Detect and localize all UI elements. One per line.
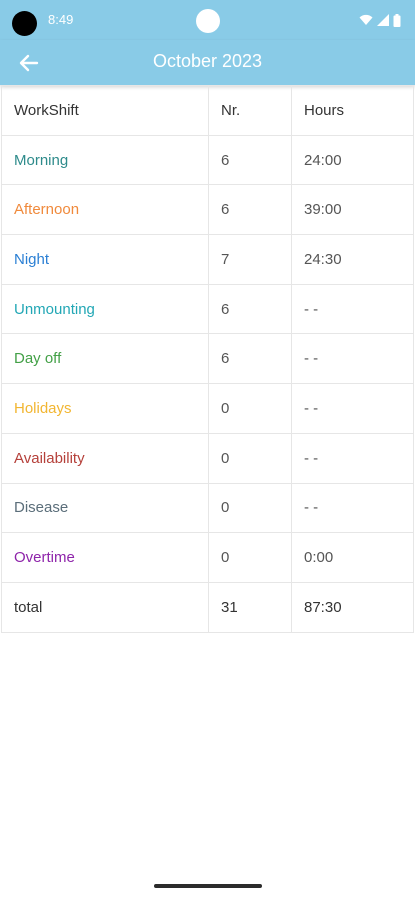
- workshift-table-container: WorkShift Nr. Hours Morning 6 24:00 Afte…: [1, 85, 414, 633]
- battery-icon: [393, 13, 401, 27]
- table-row[interactable]: Day off 6 - -: [1, 333, 414, 385]
- shift-hours: 24:00: [291, 134, 414, 186]
- shift-hours: 24:30: [291, 234, 414, 285]
- header-hours: Hours: [291, 85, 414, 136]
- shift-name: Unmounting: [1, 283, 209, 335]
- shift-count: 7: [208, 234, 292, 285]
- shift-count: 6: [208, 283, 292, 335]
- shift-count: 6: [208, 333, 292, 385]
- total-count: 31: [208, 581, 292, 633]
- header-workshift: WorkShift: [1, 85, 209, 136]
- shift-name: Availability: [1, 432, 209, 484]
- shift-hours: - -: [291, 383, 414, 434]
- table-row[interactable]: Night 7 24:30: [1, 234, 414, 285]
- shift-hours: - -: [291, 482, 414, 534]
- shift-name: Night: [1, 234, 209, 285]
- home-indicator[interactable]: [154, 884, 262, 888]
- total-hours: 87:30: [291, 581, 414, 633]
- shift-count: 0: [208, 482, 292, 534]
- shift-name: Disease: [1, 482, 209, 534]
- shift-count: 0: [208, 383, 292, 434]
- signal-icon: [377, 14, 389, 26]
- shift-hours: 39:00: [291, 184, 414, 236]
- table-row[interactable]: Unmounting 6 - -: [1, 283, 414, 335]
- app-bar: October 2023: [0, 40, 415, 85]
- shift-count: 0: [208, 532, 292, 583]
- workshift-table: WorkShift Nr. Hours Morning 6 24:00 Afte…: [1, 85, 414, 633]
- table-row[interactable]: Morning 6 24:00: [1, 134, 414, 186]
- shift-name: Day off: [1, 333, 209, 385]
- shift-hours: - -: [291, 283, 414, 335]
- shift-name: Morning: [1, 134, 209, 186]
- table-row[interactable]: Overtime 0 0:00: [1, 532, 414, 583]
- table-row[interactable]: Holidays 0 - -: [1, 383, 414, 434]
- shift-name: Overtime: [1, 532, 209, 583]
- table-total-row: total 31 87:30: [1, 581, 414, 633]
- shift-count: 6: [208, 184, 292, 236]
- shift-hours: - -: [291, 333, 414, 385]
- camera-cutout: [12, 11, 37, 36]
- table-row[interactable]: Afternoon 6 39:00: [1, 184, 414, 236]
- shift-hours: - -: [291, 432, 414, 484]
- header-nr: Nr.: [208, 85, 292, 136]
- status-bar: 8:49: [0, 0, 415, 40]
- shift-count: 0: [208, 432, 292, 484]
- shift-hours: 0:00: [291, 532, 414, 583]
- table-row[interactable]: Disease 0 - -: [1, 482, 414, 534]
- page-title: October 2023: [152, 51, 263, 71]
- status-time: 8:49: [48, 12, 74, 27]
- table-row[interactable]: Availability 0 - -: [1, 432, 414, 484]
- status-center-dot: [196, 9, 220, 33]
- shift-name: Holidays: [1, 383, 209, 434]
- wifi-icon: [359, 14, 373, 25]
- total-label: total: [1, 581, 209, 633]
- shift-count: 6: [208, 134, 292, 186]
- status-icons: [359, 12, 401, 28]
- shift-name: Afternoon: [1, 184, 209, 236]
- table-header-row: WorkShift Nr. Hours: [1, 85, 414, 136]
